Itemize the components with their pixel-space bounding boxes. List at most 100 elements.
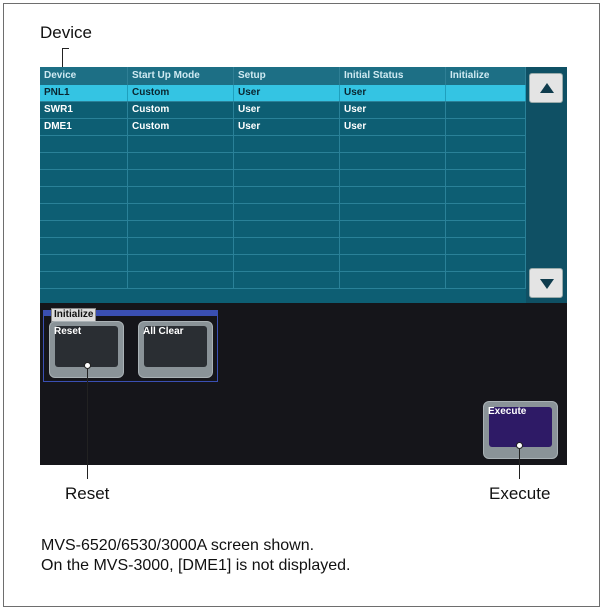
cell-device: SWR1 bbox=[40, 102, 128, 118]
cell-device bbox=[40, 204, 128, 220]
cell-setup: User bbox=[234, 85, 340, 101]
cell-setup bbox=[234, 136, 340, 152]
empty-table-row bbox=[40, 170, 526, 187]
cell-setup bbox=[234, 238, 340, 254]
cell-initial-status bbox=[340, 238, 446, 254]
empty-table-row bbox=[40, 238, 526, 255]
cell-setup: User bbox=[234, 102, 340, 118]
table-body: PNL1 Custom User User SWR1 Custom User User DME1… bbox=[40, 85, 526, 289]
cell-initial-status: User bbox=[340, 85, 446, 101]
scroll-down-button[interactable] bbox=[529, 268, 563, 298]
empty-table-row bbox=[40, 204, 526, 221]
cell-initialize bbox=[446, 170, 526, 186]
empty-table-row bbox=[40, 187, 526, 204]
initialize-panel: Initialize Reset All Clear bbox=[43, 308, 218, 382]
cell-initial-status bbox=[340, 187, 446, 203]
cell-initial-status bbox=[340, 136, 446, 152]
cell-start-up-mode bbox=[128, 238, 234, 254]
header-start-up-mode[interactable]: Start Up Mode bbox=[128, 67, 234, 85]
empty-table-row bbox=[40, 153, 526, 170]
cell-setup bbox=[234, 153, 340, 169]
table-row[interactable]: PNL1 Custom User User bbox=[40, 85, 526, 102]
note-line-1: MVS-6520/6530/3000A screen shown. bbox=[41, 537, 315, 554]
device-leader-tick bbox=[62, 48, 69, 49]
initialize-panel-title: Initialize bbox=[51, 308, 97, 322]
cell-initial-status bbox=[340, 153, 446, 169]
cell-initial-status bbox=[340, 170, 446, 186]
cell-device bbox=[40, 136, 128, 152]
all-clear-button[interactable]: All Clear bbox=[138, 321, 213, 378]
initialize-screen: Device Start Up Mode Setup Initial Statu… bbox=[40, 67, 567, 465]
empty-table-row bbox=[40, 255, 526, 272]
table-row[interactable]: DME1 Custom User User bbox=[40, 119, 526, 136]
cell-start-up-mode bbox=[128, 153, 234, 169]
cell-device bbox=[40, 187, 128, 203]
cell-initialize bbox=[446, 85, 526, 101]
triangle-up-icon bbox=[540, 83, 554, 93]
reset-callout-label: Reset bbox=[65, 484, 110, 503]
cell-setup: User bbox=[234, 119, 340, 135]
cell-initial-status: User bbox=[340, 119, 446, 135]
cell-initialize bbox=[446, 272, 526, 288]
device-callout-label: Device bbox=[40, 23, 92, 42]
cell-start-up-mode: Custom bbox=[128, 85, 234, 101]
cell-device bbox=[40, 153, 128, 169]
reset-leader-dot bbox=[84, 362, 91, 369]
header-initial-status[interactable]: Initial Status bbox=[340, 67, 446, 85]
cell-initial-status bbox=[340, 204, 446, 220]
header-initialize[interactable]: Initialize bbox=[446, 67, 526, 85]
cell-initial-status bbox=[340, 272, 446, 288]
reset-button-label: Reset bbox=[54, 326, 82, 337]
cell-start-up-mode bbox=[128, 221, 234, 237]
header-setup[interactable]: Setup bbox=[234, 67, 340, 85]
table-row[interactable]: SWR1 Custom User User bbox=[40, 102, 526, 119]
empty-table-row bbox=[40, 221, 526, 238]
header-device[interactable]: Device bbox=[40, 67, 128, 85]
cell-start-up-mode bbox=[128, 255, 234, 271]
execute-leader-line bbox=[519, 449, 520, 479]
cell-initial-status bbox=[340, 255, 446, 271]
cell-start-up-mode: Custom bbox=[128, 102, 234, 118]
cell-device bbox=[40, 170, 128, 186]
table-header: Device Start Up Mode Setup Initial Statu… bbox=[40, 67, 526, 85]
scroll-up-button[interactable] bbox=[529, 73, 563, 103]
cell-initialize bbox=[446, 238, 526, 254]
cell-device bbox=[40, 255, 128, 271]
cell-device: DME1 bbox=[40, 119, 128, 135]
cell-start-up-mode bbox=[128, 136, 234, 152]
cell-start-up-mode bbox=[128, 272, 234, 288]
empty-table-row bbox=[40, 272, 526, 289]
empty-table-row bbox=[40, 136, 526, 153]
cell-setup bbox=[234, 255, 340, 271]
cell-setup bbox=[234, 221, 340, 237]
note-line-2: On the MVS-3000, [DME1] is not displayed… bbox=[41, 557, 351, 574]
cell-setup bbox=[234, 204, 340, 220]
cell-initial-status: User bbox=[340, 102, 446, 118]
cell-setup bbox=[234, 272, 340, 288]
cell-initialize bbox=[446, 204, 526, 220]
scroll-column bbox=[526, 67, 567, 303]
cell-initialize bbox=[446, 153, 526, 169]
execute-button-label: Execute bbox=[488, 406, 527, 417]
cell-device: PNL1 bbox=[40, 85, 128, 101]
reset-leader-line bbox=[87, 369, 88, 479]
cell-initialize bbox=[446, 102, 526, 118]
cell-initialize bbox=[446, 221, 526, 237]
cell-initialize bbox=[446, 136, 526, 152]
cell-initialize bbox=[446, 187, 526, 203]
cell-start-up-mode bbox=[128, 204, 234, 220]
cell-initialize bbox=[446, 119, 526, 135]
device-table: Device Start Up Mode Setup Initial Statu… bbox=[40, 67, 526, 303]
cell-device bbox=[40, 272, 128, 288]
execute-button[interactable]: Execute bbox=[483, 401, 558, 459]
all-clear-button-label: All Clear bbox=[143, 326, 184, 337]
cell-setup bbox=[234, 187, 340, 203]
triangle-down-icon bbox=[540, 279, 554, 289]
cell-initialize bbox=[446, 255, 526, 271]
cell-start-up-mode bbox=[128, 170, 234, 186]
cell-start-up-mode: Custom bbox=[128, 119, 234, 135]
cell-device bbox=[40, 238, 128, 254]
cell-setup bbox=[234, 170, 340, 186]
execute-leader-dot bbox=[516, 442, 523, 449]
cell-initial-status bbox=[340, 221, 446, 237]
